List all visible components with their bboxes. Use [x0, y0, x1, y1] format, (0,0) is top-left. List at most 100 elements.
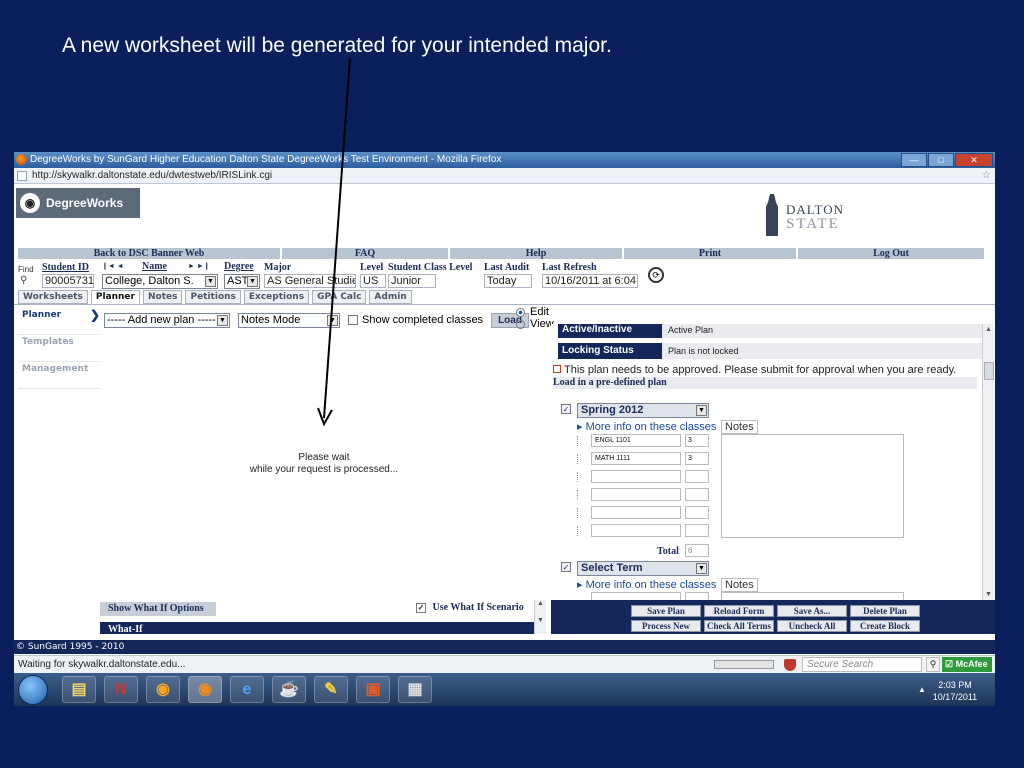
window-title: DegreeWorks by SunGard Higher Education … — [30, 154, 502, 165]
term-select[interactable]: Spring 2012 ▼ — [577, 403, 709, 418]
term-checkbox[interactable]: ✓ — [561, 404, 571, 414]
notes-textarea[interactable] — [721, 592, 904, 600]
uncheck-all-button[interactable]: Uncheck All — [777, 620, 847, 632]
maximize-button[interactable]: □ — [928, 153, 954, 167]
tab-worksheets[interactable]: Worksheets — [18, 290, 88, 304]
left-scrollbar[interactable]: ▲ ▼ — [534, 600, 546, 634]
credits-field[interactable]: 3 — [685, 452, 709, 465]
planner-controls: ----- Add new plan ----- ▼ Notes Mode ▼ … — [104, 312, 529, 328]
scroll-down-icon[interactable]: ▼ — [985, 591, 992, 598]
course-field[interactable]: MATH 1111 — [591, 452, 681, 465]
pencil-icon[interactable]: ✎ — [314, 676, 348, 703]
use-what-if-checkbox[interactable]: ✓ — [416, 602, 426, 613]
mode-select[interactable]: Notes Mode ▼ — [238, 312, 340, 328]
scroll-thumb[interactable] — [984, 362, 994, 380]
start-button[interactable] — [18, 675, 48, 705]
mcafee-badge[interactable]: ☑ McAfee — [942, 657, 992, 672]
plan-select[interactable]: ----- Add new plan ----- ▼ — [104, 312, 230, 328]
credits-field[interactable] — [685, 524, 709, 537]
nav-help[interactable]: Help — [450, 248, 622, 259]
tab-exceptions[interactable]: Exceptions — [243, 290, 310, 304]
check-all-terms-button[interactable]: Check All Terms — [704, 620, 774, 632]
address-bar[interactable]: http://skywalkr.daltonstate.edu/dwtestwe… — [14, 168, 995, 184]
plan-scrollbar[interactable]: ▲ ▼ — [982, 324, 994, 600]
notes-app-icon[interactable]: N — [104, 676, 138, 703]
edit-radio[interactable] — [516, 307, 525, 317]
nav-faq[interactable]: FAQ — [282, 248, 448, 259]
create-block-button[interactable]: Create Block — [850, 620, 920, 632]
plan-pane: Active/Inactive Active Plan Locking Stat… — [551, 324, 982, 600]
find-icon[interactable]: ⚲ — [20, 275, 27, 286]
notes-textarea[interactable] — [721, 434, 904, 538]
tray-expand-icon[interactable]: ▲ — [918, 685, 926, 694]
what-if-panel: Show What If Options ✓ Use What If Scena… — [100, 600, 548, 634]
student-id-label: Student ID — [42, 262, 89, 273]
more-info-link[interactable]: ▸ More info on these classes — [577, 420, 716, 433]
sidebar-item-management[interactable]: Management — [18, 362, 100, 389]
folder-icon[interactable]: ▤ — [62, 676, 96, 703]
view-radio[interactable] — [516, 319, 525, 329]
sidebar-item-planner[interactable]: Planner — [18, 308, 100, 335]
course-field[interactable] — [591, 592, 681, 600]
nav-print[interactable]: Print — [624, 248, 796, 259]
course-field[interactable] — [591, 524, 681, 537]
course-field[interactable] — [591, 470, 681, 483]
bookmark-star-icon[interactable]: ☆ — [982, 168, 991, 184]
course-field[interactable] — [591, 488, 681, 501]
outlook-icon[interactable]: ◉ — [146, 676, 180, 703]
search-engine-icon — [784, 659, 796, 671]
credits-field[interactable] — [685, 506, 709, 519]
course-field[interactable] — [591, 506, 681, 519]
reload-form-button[interactable]: Reload Form — [704, 605, 774, 617]
chevron-down-icon: ▼ — [327, 314, 338, 326]
close-button[interactable]: ✕ — [955, 153, 993, 167]
search-icon[interactable]: ⚲ — [926, 657, 940, 672]
credits-field[interactable] — [685, 470, 709, 483]
notes-label: Notes — [721, 420, 758, 434]
term-select[interactable]: Select Term ▼ — [577, 561, 709, 576]
java-icon[interactable]: ☕ — [272, 676, 306, 703]
approval-message: This plan needs to be approved. Please s… — [553, 364, 956, 376]
tab-bar: Worksheets Planner Notes Petitions Excep… — [18, 290, 412, 304]
tab-notes[interactable]: Notes — [142, 290, 183, 304]
more-info-link[interactable]: ▸ More info on these classes — [577, 578, 716, 591]
load-predefined-plan-link[interactable]: Load in a pre-defined plan — [553, 377, 977, 389]
calculator-icon[interactable]: ▦ — [398, 676, 432, 703]
show-what-if-options-button[interactable]: Show What If Options — [100, 602, 216, 616]
delete-plan-button[interactable]: Delete Plan — [850, 605, 920, 617]
secure-search-input[interactable]: Secure Search — [802, 657, 922, 672]
tab-admin[interactable]: Admin — [369, 290, 412, 304]
sidebar-item-templates[interactable]: Templates — [18, 335, 100, 362]
credits-field[interactable] — [685, 592, 709, 600]
total-credits: 6 — [685, 544, 709, 557]
taskbar-clock[interactable]: 2:03 PM 10/17/2011 — [930, 679, 980, 703]
term-checkbox[interactable]: ✓ — [561, 562, 571, 572]
tab-petitions[interactable]: Petitions — [185, 290, 241, 304]
course-field[interactable]: ENGL 1101 — [591, 434, 681, 447]
minimize-button[interactable]: — — [901, 153, 927, 167]
credits-field[interactable]: 3 — [685, 434, 709, 447]
tab-gpa-calc[interactable]: GPA Calc — [312, 290, 367, 304]
level-label: Level — [360, 262, 384, 273]
refresh-icon[interactable]: ⟳ — [648, 267, 664, 283]
internet-explorer-icon[interactable]: e — [230, 676, 264, 703]
name-next-buttons[interactable]: ► ►❙ — [188, 262, 210, 270]
scroll-up-icon[interactable]: ▲ — [985, 326, 992, 333]
save-plan-button[interactable]: Save Plan — [631, 605, 701, 617]
last-refresh-label: Last Refresh — [542, 262, 597, 273]
student-info-row: Find ⚲ Student ID 90005731 ❙◄ ◄ Name ► ►… — [18, 260, 990, 290]
nav-back-to-banner[interactable]: Back to DSC Banner Web — [18, 248, 280, 259]
process-new-button[interactable]: Process New — [631, 620, 701, 632]
presentation-icon[interactable]: ▣ — [356, 676, 390, 703]
student-id-field[interactable]: 90005731 — [42, 274, 94, 288]
credits-field[interactable] — [685, 488, 709, 501]
degree-select[interactable]: ASTI ▼ — [224, 274, 260, 289]
window-titlebar: DegreeWorks by SunGard Higher Education … — [14, 152, 995, 168]
firefox-taskbar-icon[interactable]: ◉ — [188, 676, 222, 703]
show-completed-checkbox[interactable] — [348, 315, 358, 325]
nav-log-out[interactable]: Log Out — [798, 248, 984, 259]
name-prev-buttons[interactable]: ❙◄ ◄ — [102, 262, 124, 270]
student-name-select[interactable]: College, Dalton S. ▼ — [102, 274, 218, 289]
tab-planner[interactable]: Planner — [90, 290, 140, 304]
save-as-button[interactable]: Save As... — [777, 605, 847, 617]
